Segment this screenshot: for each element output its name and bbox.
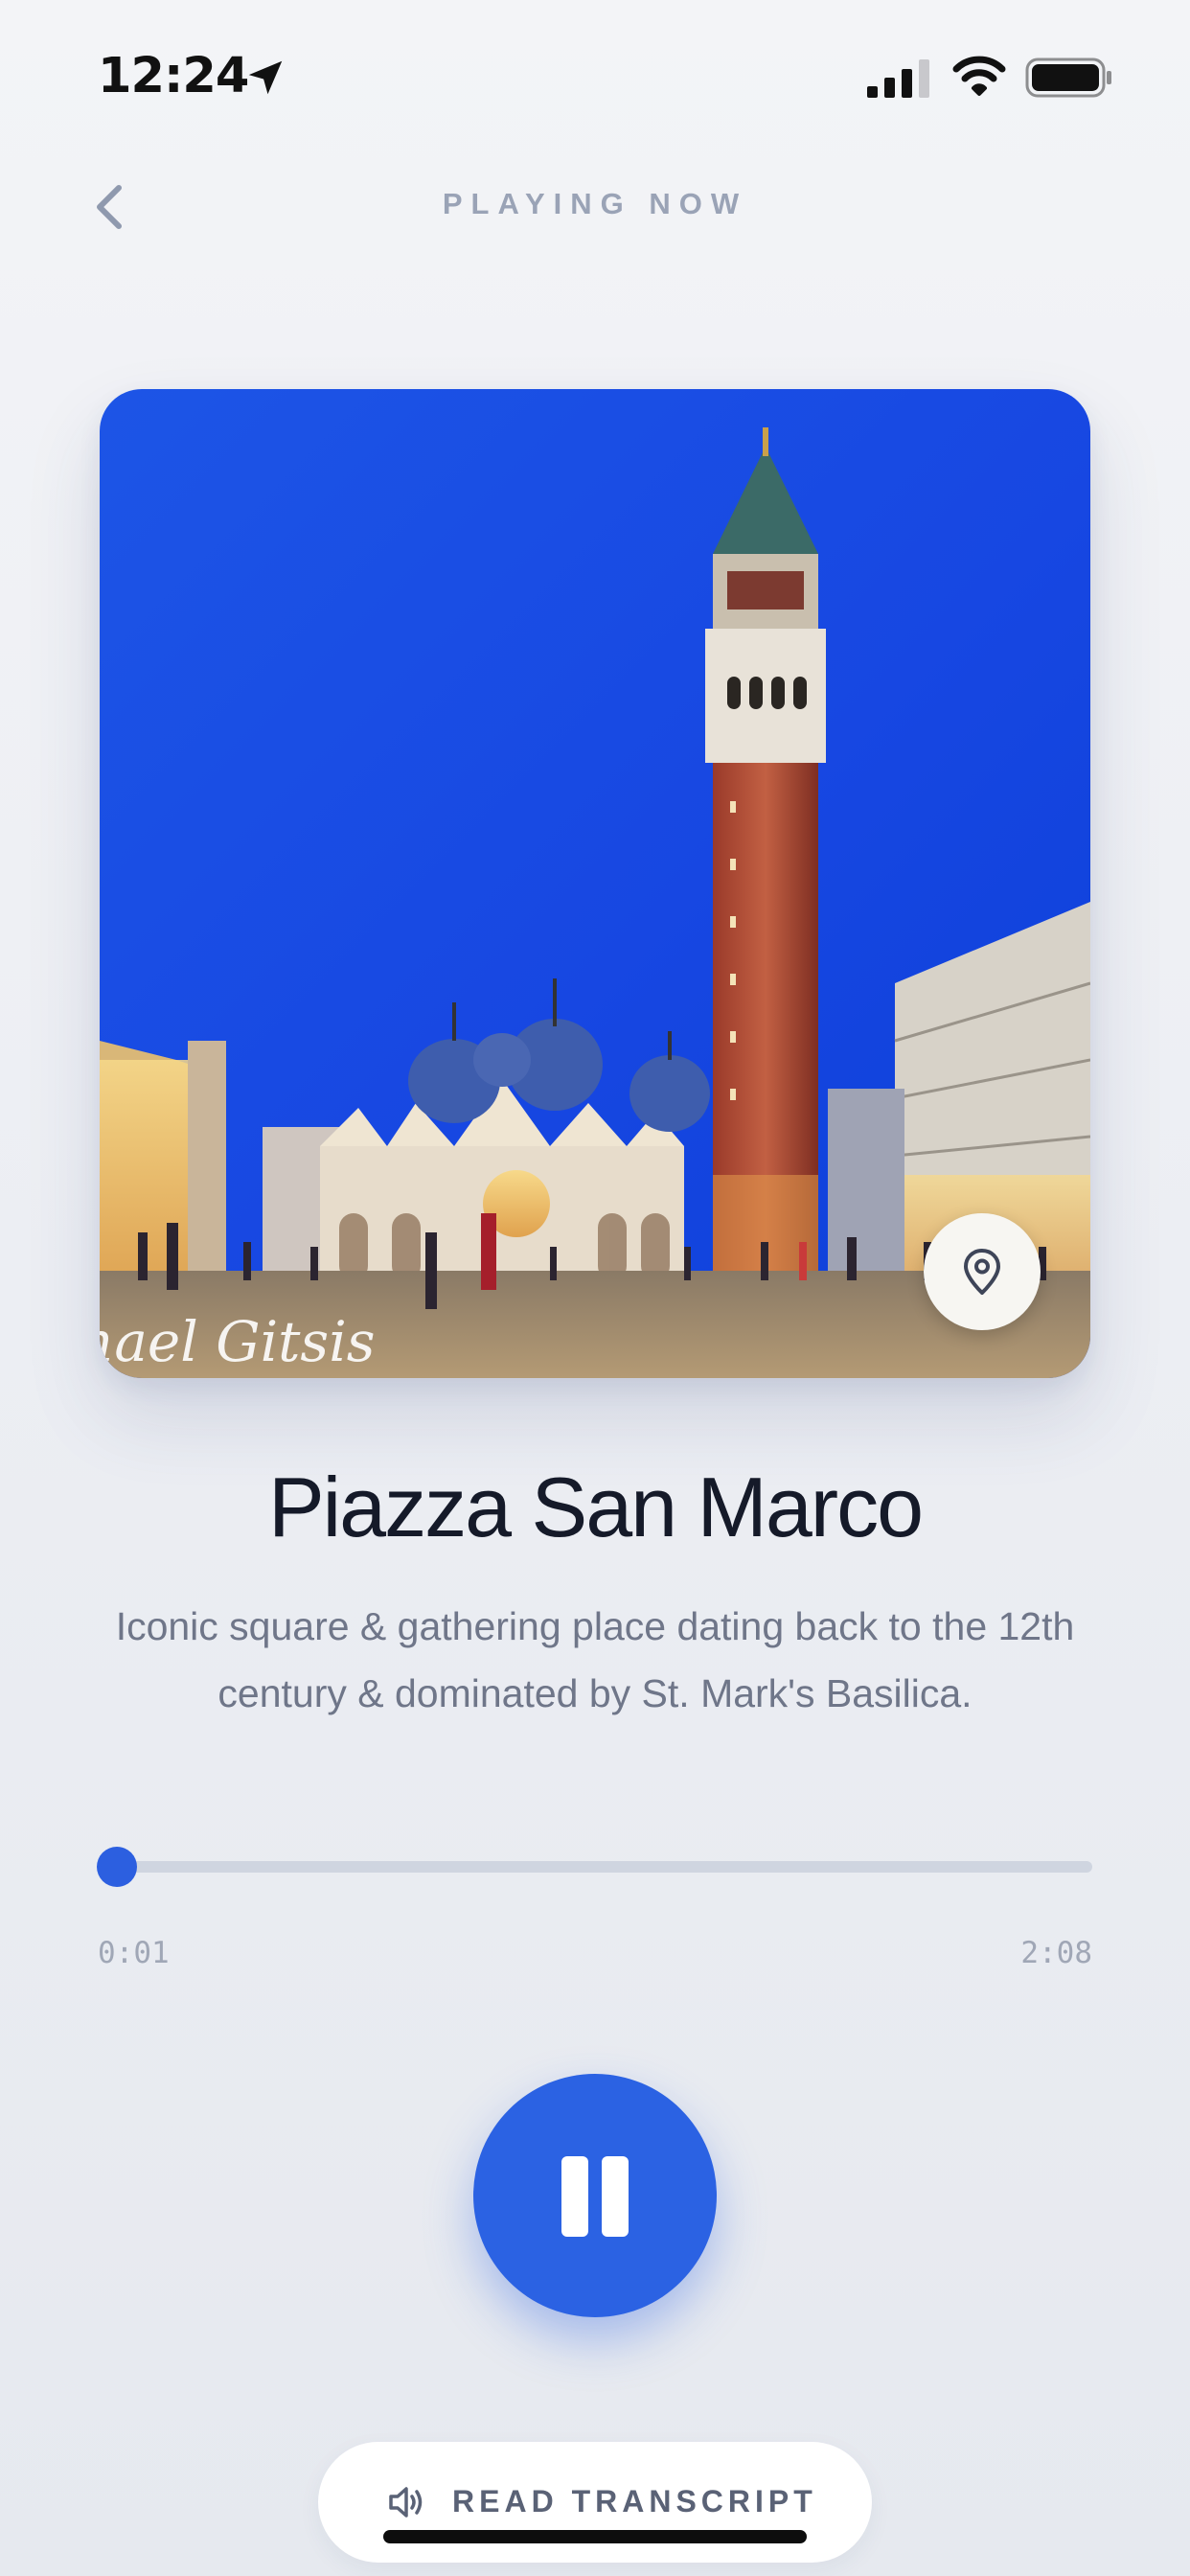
total-time: 2:08 bbox=[1020, 1936, 1092, 1970]
map-pin-icon bbox=[964, 1249, 1000, 1295]
status-bar: 12:24 bbox=[0, 0, 1190, 153]
photo-watermark: hael Gitsis bbox=[100, 1309, 376, 1374]
track-title: Piazza San Marco bbox=[267, 1460, 924, 1554]
track-description: Iconic square & gathering place dating b… bbox=[115, 1604, 1075, 1715]
pause-button[interactable] bbox=[473, 2074, 717, 2317]
wifi-icon bbox=[952, 56, 1006, 96]
status-time: 12:24 bbox=[98, 48, 249, 104]
page-title: PLAYING NOW bbox=[442, 187, 748, 220]
read-transcript-button[interactable]: READ TRANSCRIPT bbox=[318, 2442, 872, 2563]
progress-knob[interactable] bbox=[97, 1847, 138, 1887]
elapsed-time: 0:01 bbox=[98, 1936, 170, 1970]
cellular-signal-icon bbox=[867, 59, 929, 98]
speaker-icon bbox=[389, 2487, 423, 2518]
location-arrow-icon bbox=[248, 60, 283, 95]
battery-icon bbox=[1025, 58, 1111, 98]
transcript-label: READ TRANSCRIPT bbox=[452, 2484, 817, 2518]
show-on-map-button[interactable] bbox=[924, 1213, 1041, 1330]
progress-slider[interactable] bbox=[97, 1847, 1092, 1887]
home-indicator bbox=[383, 2530, 807, 2543]
